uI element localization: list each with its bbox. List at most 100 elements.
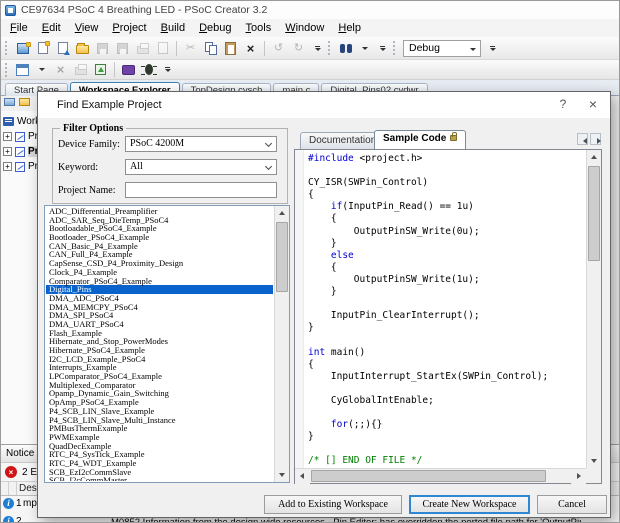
menu-item[interactable]: Edit: [35, 20, 68, 36]
clean-button[interactable]: ×: [51, 60, 70, 79]
paste-button[interactable]: [221, 39, 240, 58]
arrow-left-icon: [300, 473, 304, 479]
scrollbar-thumb[interactable]: [588, 166, 600, 261]
delete-button[interactable]: ×: [241, 39, 260, 58]
menu-item[interactable]: Build: [154, 20, 192, 36]
menu-item[interactable]: File: [3, 20, 35, 36]
project-name-label: Project Name:: [58, 185, 115, 196]
save-button[interactable]: [93, 39, 112, 58]
menu-item[interactable]: Debug: [192, 20, 238, 36]
menu-item[interactable]: Tools: [239, 20, 279, 36]
toolbar-separator: [176, 41, 177, 56]
error-icon: ×: [5, 466, 17, 478]
scroll-down-button[interactable]: [275, 467, 289, 482]
device-family-label: Device Family:: [58, 139, 120, 150]
menu-item[interactable]: Window: [278, 20, 331, 36]
tab-documentation[interactable]: Documentation: [300, 132, 385, 149]
project-name-input[interactable]: [125, 182, 277, 198]
save-all-button[interactable]: [113, 39, 132, 58]
find-icon: [339, 44, 353, 53]
arrow-up-icon: [279, 211, 285, 215]
debug-config-combobox[interactable]: Debug: [403, 40, 481, 57]
standard-toolbar: ✂ × ↺ ↻ Debug: [1, 37, 619, 60]
delete-icon: ×: [247, 42, 255, 55]
scroll-left-button[interactable]: [295, 469, 310, 484]
toolbar-grip[interactable]: [5, 63, 9, 77]
scroll-right-button[interactable]: [571, 469, 586, 484]
debug-button[interactable]: [119, 60, 138, 79]
find-dropdown-button[interactable]: [356, 40, 373, 57]
code-horizontal-scrollbar[interactable]: [295, 468, 586, 483]
scroll-down-button[interactable]: [587, 453, 601, 468]
cut-button[interactable]: ✂: [181, 39, 200, 58]
create-new-workspace-button[interactable]: Create New Workspace: [409, 495, 530, 514]
example-project-list-items: ADC_Differential_PreamplifierADC_SAR_Seq…: [46, 207, 273, 481]
expand-all-icon[interactable]: [19, 98, 30, 106]
code-vertical-scrollbar[interactable]: [586, 150, 601, 468]
copy-button[interactable]: [201, 39, 220, 58]
notice-row-number: 2: [16, 516, 22, 523]
cut-icon: ✂: [186, 43, 195, 54]
list-vertical-scrollbar[interactable]: [274, 206, 289, 482]
example-project-item[interactable]: SCB_I2cCommMaster: [46, 476, 273, 481]
dialog-help-button[interactable]: ?: [548, 92, 578, 118]
debug-config-value: Debug: [409, 42, 440, 54]
tab-pager: [577, 133, 601, 145]
scroll-up-button[interactable]: [275, 206, 289, 221]
debug-bug-button[interactable]: [139, 60, 158, 79]
print-button[interactable]: [133, 39, 152, 58]
device-family-combobox[interactable]: PSoC 4200M: [125, 136, 277, 152]
sample-code-view: #include <project.h> CY_ISR(SWPin_Contro…: [294, 149, 602, 484]
new-file-button[interactable]: [33, 39, 52, 58]
collapse-all-icon[interactable]: [4, 98, 15, 106]
scrollbar-thumb[interactable]: [276, 222, 288, 292]
undo-button[interactable]: ↺: [269, 39, 288, 58]
cancel-button[interactable]: Cancel: [537, 495, 607, 514]
scrollbar-corner: [586, 468, 601, 483]
notice-icon-column: [1, 482, 9, 495]
menu-item[interactable]: Help: [331, 20, 368, 36]
add-to-existing-workspace-button[interactable]: Add to Existing Workspace: [264, 495, 402, 514]
toolbar-grip[interactable]: [328, 41, 332, 55]
filter-options-group: Filter Options Device Family: PSoC 4200M…: [52, 128, 288, 204]
tab-sample-code[interactable]: Sample Code: [374, 130, 466, 149]
arrow-left-icon: [583, 138, 587, 144]
open-button[interactable]: [73, 39, 92, 58]
toolbar-grip[interactable]: [393, 41, 397, 55]
build-dropdown-button[interactable]: [33, 61, 50, 78]
tab-scroll-right-button[interactable]: [590, 133, 601, 145]
window-titlebar: CE97634 PSoC 4 Breathing LED - PSoC Crea…: [1, 1, 619, 19]
redo-button[interactable]: ↻: [289, 39, 308, 58]
bug-icon: [145, 64, 153, 75]
paste-icon: [225, 42, 236, 55]
toolbar-overflow-button[interactable]: [484, 40, 501, 57]
arrow-up-icon: [591, 155, 597, 159]
info-icon: i: [3, 516, 14, 523]
print-icon: [137, 46, 149, 54]
scrollbar-thumb[interactable]: [311, 470, 546, 482]
toolbar-overflow-button[interactable]: [159, 61, 176, 78]
menu-item[interactable]: View: [68, 20, 106, 36]
expander-icon[interactable]: +: [3, 132, 12, 141]
new-file-icon: [38, 42, 48, 54]
scroll-up-button[interactable]: [587, 150, 601, 165]
expander-icon[interactable]: +: [3, 162, 12, 171]
keyword-combobox[interactable]: All: [125, 159, 277, 175]
close-icon[interactable]: ×: [578, 92, 608, 118]
add-file-button[interactable]: [53, 39, 72, 58]
toolbar-overflow-button[interactable]: [309, 40, 326, 57]
toolbar-grip[interactable]: [5, 41, 9, 55]
new-project-icon: [17, 43, 29, 54]
new-project-button[interactable]: [13, 39, 32, 58]
print-preview-button[interactable]: [153, 39, 172, 58]
tab-scroll-left-button[interactable]: [577, 133, 588, 145]
menu-item[interactable]: Project: [105, 20, 153, 36]
toolbar-overflow-icon: [488, 46, 497, 51]
save-icon: [97, 43, 108, 54]
expander-icon[interactable]: +: [3, 147, 12, 156]
find-button[interactable]: [336, 39, 355, 58]
build-button[interactable]: [13, 60, 32, 79]
select-debug-target-button[interactable]: [91, 60, 110, 79]
toolbar-overflow-button[interactable]: [374, 40, 391, 57]
program-button[interactable]: [71, 60, 90, 79]
